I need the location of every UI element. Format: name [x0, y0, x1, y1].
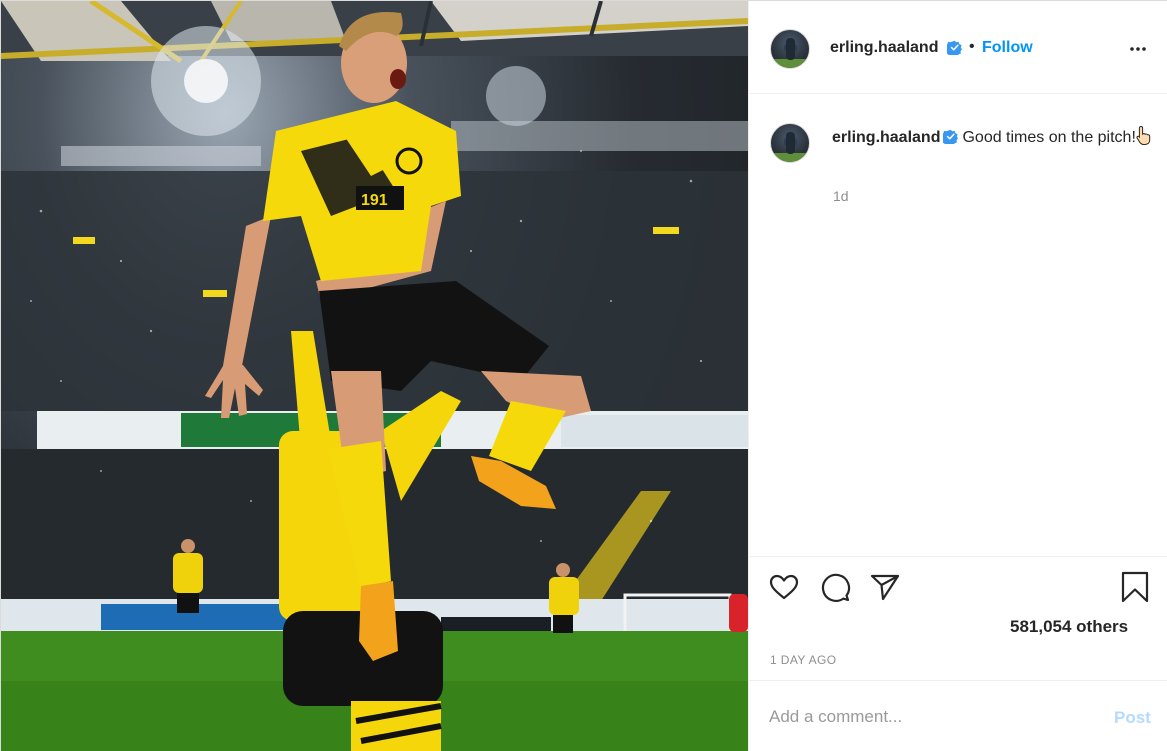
caption-author-avatar[interactable]: [770, 123, 810, 163]
caption-timestamp[interactable]: 1d: [833, 188, 849, 204]
likes-count[interactable]: 581,054 others: [1010, 617, 1128, 637]
caption-text-block: erling.haaland Good times on the pitch!: [832, 125, 1152, 149]
verified-badge-icon: [943, 129, 959, 144]
svg-text:191: 191: [361, 192, 388, 209]
post-date[interactable]: 1 DAY AGO: [770, 653, 837, 667]
comment-box: Post: [749, 680, 1167, 751]
post-image[interactable]: 191: [1, 1, 748, 751]
verified-badge-icon: [947, 40, 962, 55]
bookmark-icon[interactable]: [1119, 571, 1151, 603]
comment-input[interactable]: [769, 705, 1069, 729]
follow-button[interactable]: Follow: [982, 39, 1033, 57]
post-side-panel: erling.haaland • Follow erling.haaland G…: [748, 1, 1167, 751]
caption-text: Good times on the pitch!: [962, 129, 1136, 146]
comment-icon[interactable]: [819, 571, 851, 603]
author-username[interactable]: erling.haaland: [830, 39, 938, 57]
post-comment-button[interactable]: Post: [1114, 708, 1151, 728]
post-dialog: 191 erling.haaland • Follow erling.haala…: [0, 0, 1167, 751]
more-options-icon[interactable]: [1126, 37, 1150, 61]
share-icon[interactable]: [869, 571, 901, 603]
post-header: erling.haaland • Follow: [749, 1, 1167, 94]
pointing-hand-icon: [1136, 125, 1151, 145]
author-avatar[interactable]: [770, 29, 810, 69]
separator-dot: •: [969, 38, 975, 55]
heart-icon[interactable]: [768, 571, 800, 603]
post-image-art: 191: [1, 1, 748, 751]
caption-username[interactable]: erling.haaland: [832, 129, 940, 146]
